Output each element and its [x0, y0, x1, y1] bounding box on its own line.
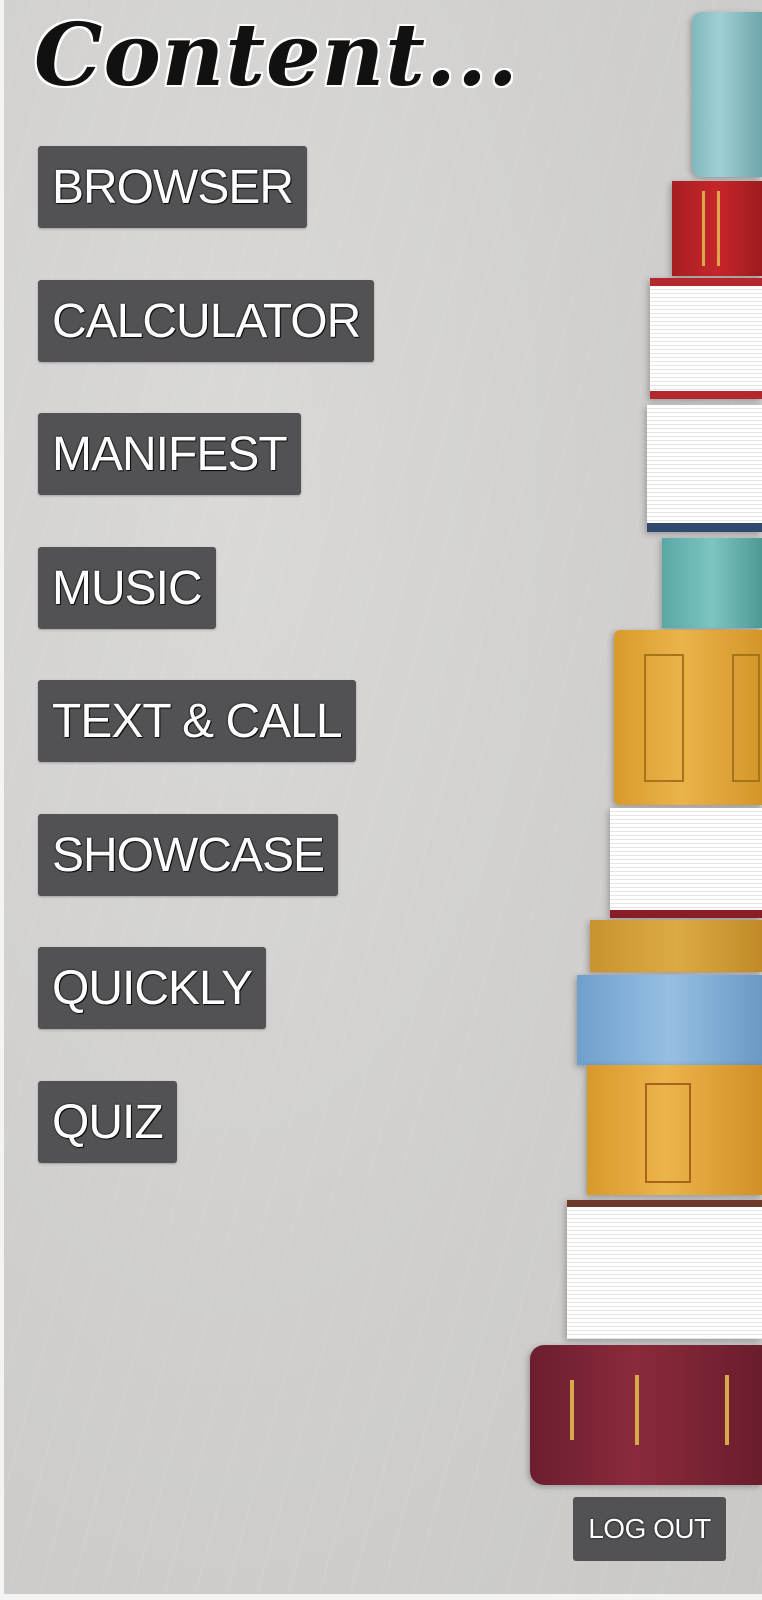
text-and-call-button[interactable]: TEXT & CALL — [38, 680, 356, 762]
book-gold-thin — [590, 920, 762, 972]
manifest-button[interactable]: MANIFEST — [38, 413, 301, 495]
book-blue — [577, 975, 762, 1065]
quiz-button[interactable]: QUIZ — [38, 1081, 177, 1163]
page-title: Content... — [34, 5, 519, 106]
book-teal-top — [692, 12, 762, 177]
book-turquoise — [662, 538, 762, 628]
book-gold — [614, 630, 762, 805]
book-white-maroon — [610, 808, 762, 918]
book-red — [672, 181, 762, 276]
book-white-red — [650, 278, 762, 399]
browser-button[interactable]: BROWSER — [38, 146, 308, 228]
showcase-button[interactable]: SHOWCASE — [38, 814, 339, 896]
quickly-button[interactable]: QUICKLY — [38, 947, 267, 1029]
book-burgundy — [530, 1345, 762, 1485]
calculator-button[interactable]: CALCULATOR — [38, 280, 375, 362]
book-white-bottom — [567, 1200, 762, 1339]
left-border — [0, 0, 4, 1600]
bottom-border — [0, 1594, 762, 1600]
music-button[interactable]: MUSIC — [38, 547, 216, 629]
logout-button[interactable]: LOG OUT — [573, 1497, 726, 1561]
book-white-navy — [647, 405, 762, 532]
book-orange — [587, 1065, 762, 1195]
